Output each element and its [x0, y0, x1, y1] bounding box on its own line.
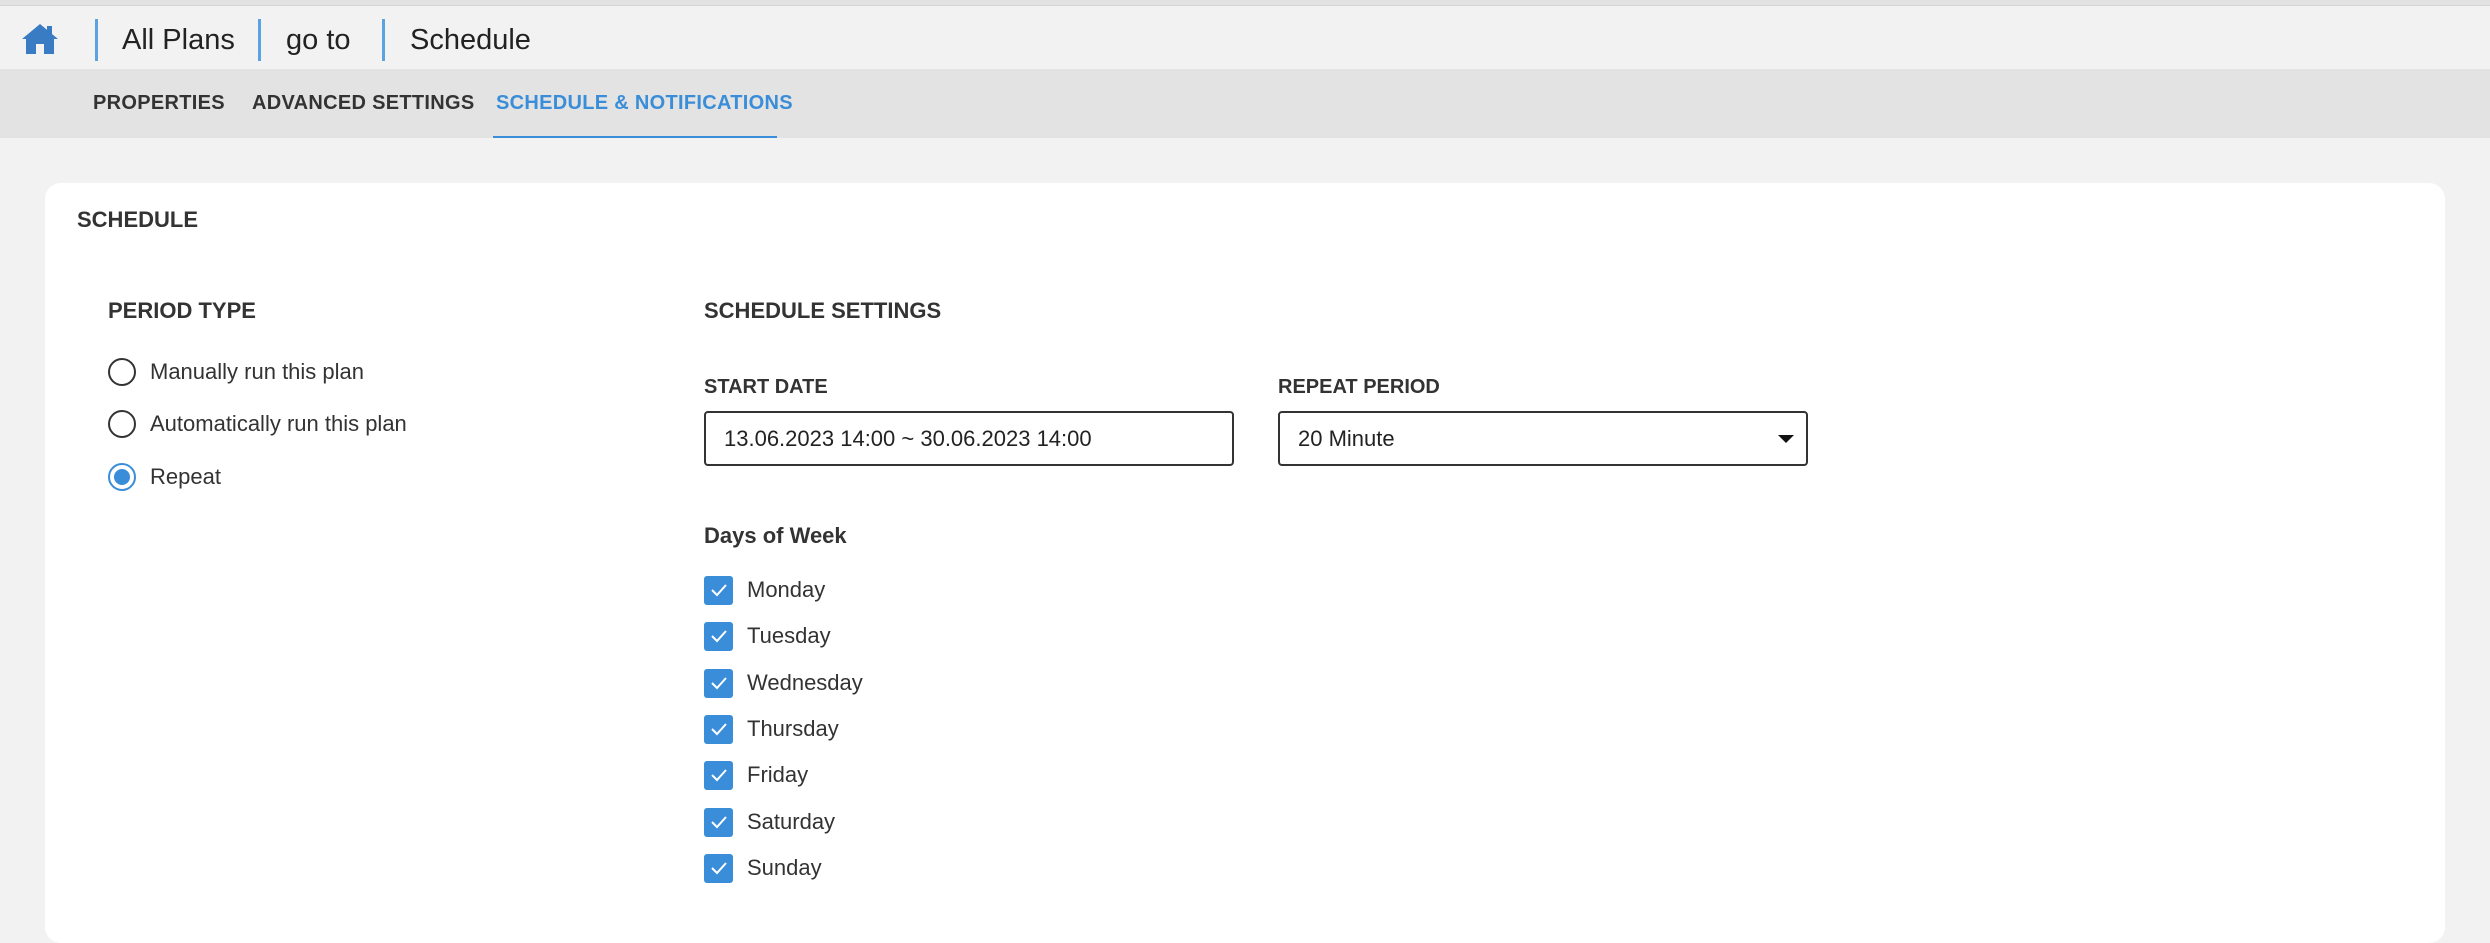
checkbox-thursday[interactable]: Thursday — [704, 713, 839, 745]
radio-button[interactable] — [108, 358, 136, 386]
tab-properties[interactable]: PROPERTIES — [93, 69, 225, 138]
checkmark-icon[interactable] — [704, 575, 733, 605]
repeat-period-value: 20 Minute — [1298, 426, 1395, 451]
checkmark-icon[interactable] — [704, 714, 733, 744]
checkbox-friday[interactable]: Friday — [704, 759, 808, 791]
home-icon[interactable] — [20, 21, 62, 59]
radio-manually-run[interactable]: Manually run this plan — [108, 356, 364, 388]
breadcrumb-go-to[interactable]: go to — [286, 24, 351, 57]
checkbox-monday[interactable]: Monday — [704, 574, 825, 606]
schedule-settings-title: SCHEDULE SETTINGS — [704, 298, 942, 323]
checkbox-sunday[interactable]: Sunday — [704, 852, 822, 884]
checkbox-label: Tuesday — [747, 623, 831, 648]
radio-button-selected[interactable] — [108, 463, 136, 491]
radio-label: Repeat — [150, 464, 221, 489]
checkmark-icon[interactable] — [704, 853, 733, 883]
radio-button[interactable] — [108, 410, 136, 438]
checkbox-wednesday[interactable]: Wednesday — [704, 667, 863, 699]
tab-schedule-notifications[interactable]: SCHEDULE & NOTIFICATIONS — [496, 69, 793, 138]
radio-label: Manually run this plan — [150, 359, 365, 384]
checkbox-label: Friday — [747, 762, 809, 787]
checkbox-tuesday[interactable]: Tuesday — [704, 620, 831, 652]
breadcrumb-separator — [95, 19, 98, 61]
period-type-title: PERIOD TYPE — [108, 298, 256, 323]
breadcrumb: All Plans go to Schedule — [0, 7, 2490, 69]
schedule-card: SCHEDULE PERIOD TYPE Manually run this p… — [45, 183, 2445, 943]
breadcrumb-separator — [258, 19, 261, 61]
checkmark-icon[interactable] — [704, 807, 733, 837]
days-of-week-title: Days of Week — [704, 523, 847, 548]
radio-automatically-run[interactable]: Automatically run this plan — [108, 408, 407, 440]
active-tab-indicator — [493, 136, 777, 138]
repeat-period-select[interactable]: 20 Minute — [1278, 411, 1808, 466]
checkbox-saturday[interactable]: Saturday — [704, 806, 835, 838]
checkbox-label: Wednesday — [747, 670, 863, 695]
radio-repeat[interactable]: Repeat — [108, 461, 221, 493]
card-title: SCHEDULE — [77, 207, 199, 232]
tab-advanced-settings[interactable]: ADVANCED SETTINGS — [252, 69, 475, 138]
checkmark-icon[interactable] — [704, 668, 733, 698]
tab-bar: PROPERTIES ADVANCED SETTINGS SCHEDULE & … — [0, 69, 2490, 138]
radio-label: Automatically run this plan — [150, 411, 407, 436]
breadcrumb-all-plans[interactable]: All Plans — [122, 24, 235, 57]
checkmark-icon[interactable] — [704, 621, 733, 651]
checkbox-label: Monday — [747, 577, 826, 602]
checkbox-label: Thursday — [747, 716, 839, 741]
top-border — [0, 0, 2490, 6]
checkbox-label: Sunday — [747, 855, 822, 880]
start-date-label: START DATE — [704, 376, 828, 398]
breadcrumb-schedule[interactable]: Schedule — [410, 24, 531, 57]
repeat-period-label: REPEAT PERIOD — [1278, 376, 1440, 398]
caret-down-icon — [1778, 435, 1794, 443]
breadcrumb-separator — [382, 19, 385, 61]
start-date-field[interactable]: 13.06.2023 14:00 ~ 30.06.2023 14:00 — [704, 411, 1234, 466]
checkbox-label: Saturday — [747, 809, 836, 834]
checkmark-icon[interactable] — [704, 760, 733, 790]
